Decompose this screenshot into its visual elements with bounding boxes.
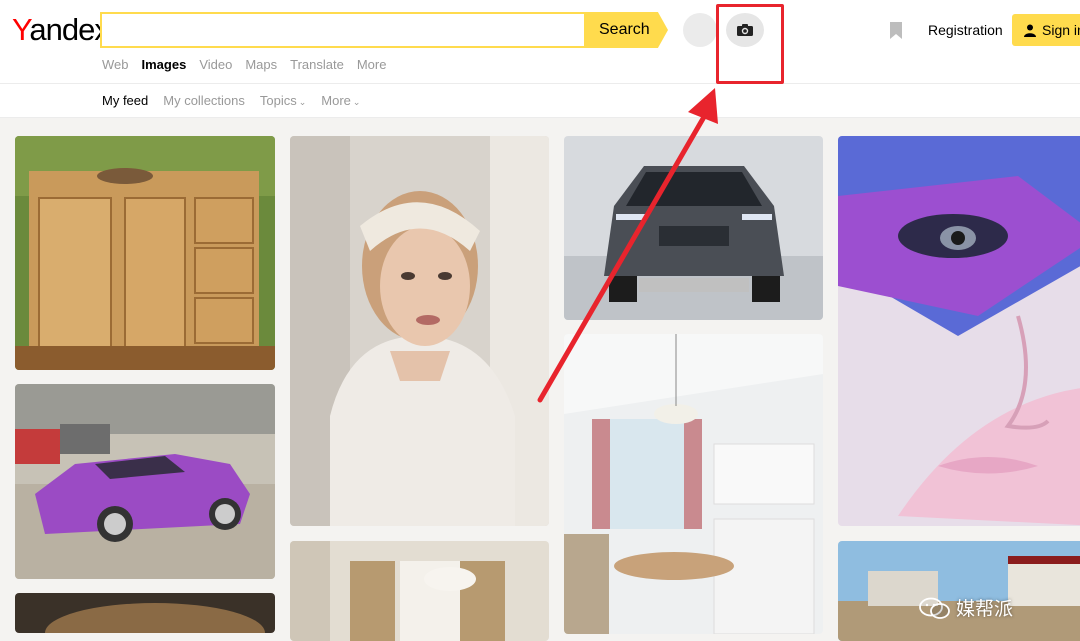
image-tile-hair[interactable] xyxy=(15,593,275,633)
search-input[interactable] xyxy=(100,12,586,48)
tab-more[interactable]: More xyxy=(357,57,387,72)
image-makeup xyxy=(838,136,1080,526)
image-tile-purple-car[interactable] xyxy=(15,384,275,579)
image-hair xyxy=(15,593,275,633)
image-tile-living-room[interactable] xyxy=(290,541,549,641)
image-tile-suv[interactable] xyxy=(564,136,823,320)
registration-link[interactable]: Registration xyxy=(928,22,1003,38)
image-purple-car xyxy=(15,384,275,579)
image-suv xyxy=(564,136,823,320)
image-woman xyxy=(290,136,549,526)
my-feed-tab[interactable]: My feed xyxy=(102,93,148,108)
image-warehouse xyxy=(838,541,1080,641)
image-tile-kitchen[interactable] xyxy=(564,334,823,634)
user-icon xyxy=(1024,24,1036,37)
signin-label: Sign in xyxy=(1042,22,1080,38)
subnav: My feed My collections Topics ⌄ More ⌄ xyxy=(0,84,1080,118)
my-collections-tab[interactable]: My collections xyxy=(163,93,245,108)
more-dropdown[interactable]: More ⌄ xyxy=(321,93,360,108)
chevron-down-icon: ⌄ xyxy=(352,97,361,107)
image-tile-cabinet[interactable] xyxy=(15,136,275,370)
image-tile-warehouse[interactable] xyxy=(838,541,1080,641)
tab-translate[interactable]: Translate xyxy=(290,57,344,72)
search-button[interactable]: Search xyxy=(584,12,668,48)
topics-label: Topics xyxy=(259,93,297,108)
tab-images[interactable]: Images xyxy=(142,57,187,72)
image-cabinet xyxy=(15,136,275,370)
highlight-box xyxy=(716,4,784,84)
watermark-text: 媒帮派 xyxy=(956,599,1014,620)
topics-dropdown[interactable]: Topics ⌄ xyxy=(260,93,306,108)
search-bar: Search xyxy=(100,12,668,48)
nav-tabs: Web Images Video Maps Translate More xyxy=(102,57,386,72)
image-living-room xyxy=(290,541,549,641)
chevron-down-icon: ⌄ xyxy=(298,97,307,107)
more-label: More xyxy=(321,93,351,108)
image-tile-makeup[interactable] xyxy=(838,136,1080,526)
signin-button[interactable]: Sign in xyxy=(1012,14,1080,46)
yandex-logo[interactable]: Yandex xyxy=(12,12,110,48)
image-tile-woman[interactable] xyxy=(290,136,549,526)
bookmark-icon[interactable] xyxy=(888,21,904,40)
tab-maps[interactable]: Maps xyxy=(245,57,277,72)
wechat-icon xyxy=(919,597,950,619)
tab-video[interactable]: Video xyxy=(199,57,232,72)
watermark: 媒帮派 xyxy=(918,594,1013,621)
tab-web[interactable]: Web xyxy=(102,57,129,72)
image-kitchen xyxy=(564,334,823,634)
voice-search-button[interactable] xyxy=(683,13,717,47)
header: Yandex Search Web Images Video Maps Tran… xyxy=(0,0,1080,84)
